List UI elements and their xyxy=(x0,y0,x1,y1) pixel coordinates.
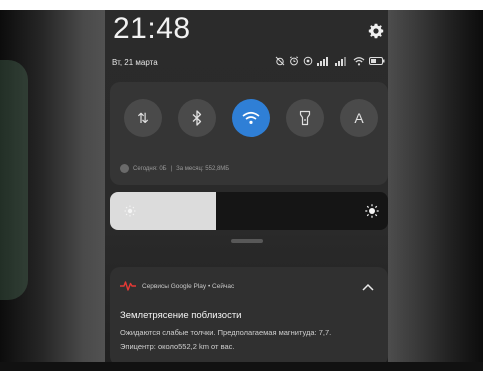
data-separator: | xyxy=(170,165,173,172)
mobile-data-icon: ⇅ xyxy=(137,109,149,126)
bluetooth-toggle[interactable] xyxy=(178,99,216,137)
notification-body: Ожидаются слабые толчки. Предполагаемая … xyxy=(120,326,382,354)
chevron-up-icon[interactable] xyxy=(362,283,374,291)
notification-shade: 21:48 Вт, 21 марта ⇅ A Сегодня: 0Б | За … xyxy=(105,10,388,371)
signal-sim1-icon xyxy=(317,57,328,66)
signal-sim2-icon xyxy=(335,57,346,66)
brightness-slider[interactable] xyxy=(110,192,388,230)
battery-icon xyxy=(369,57,385,65)
bluetooth-icon xyxy=(192,110,202,126)
background-green-shape xyxy=(0,60,28,300)
shade-drag-handle[interactable] xyxy=(231,239,263,243)
notification-title: Землетрясение поблизости xyxy=(120,310,242,321)
notification-app-label: Сервисы Google Play • Сейчас xyxy=(142,282,235,290)
earthquake-alert-icon xyxy=(120,281,136,291)
flashlight-toggle[interactable] xyxy=(286,99,324,137)
date-label: Вт, 21 марта xyxy=(112,58,158,67)
alarm-off-icon xyxy=(275,56,285,66)
brightness-low-icon xyxy=(124,205,136,217)
wifi-icon xyxy=(242,111,260,124)
status-icons xyxy=(275,55,385,67)
notification-body-line1: Ожидаются слабые толчки. Предполагаемая … xyxy=(120,328,332,337)
flashlight-icon xyxy=(299,110,311,126)
data-usage-row: Сегодня: 0Б | За месяц: 552,8МБ xyxy=(120,164,229,173)
alarm-icon xyxy=(289,56,299,66)
clock: 21:48 xyxy=(113,12,191,45)
notification-body-line2: Эпицентр: около552,2 km от вас. xyxy=(120,342,235,351)
wifi-toggle[interactable] xyxy=(232,99,270,137)
data-usage-icon xyxy=(120,164,129,173)
data-month-label: За месяц: 552,8МБ xyxy=(176,165,230,172)
auto-brightness-icon: A xyxy=(354,110,364,126)
auto-brightness-toggle[interactable]: A xyxy=(340,99,378,137)
background-right xyxy=(388,10,483,371)
notification-header: Сервисы Google Play • Сейчас xyxy=(120,281,234,291)
brightness-high-icon xyxy=(365,204,379,218)
bottom-frame xyxy=(0,362,483,371)
notification-card[interactable]: Сервисы Google Play • Сейчас Землетрясен… xyxy=(110,267,388,366)
eye-comfort-icon xyxy=(303,56,313,66)
quick-settings-panel: ⇅ A Сегодня: 0Б | За месяц: 552,8МБ xyxy=(110,82,388,185)
gear-icon[interactable] xyxy=(368,23,384,39)
data-today-label: Сегодня: 0Б xyxy=(133,165,167,172)
wifi-status-icon xyxy=(353,57,365,66)
mobile-data-toggle[interactable]: ⇅ xyxy=(124,99,162,137)
top-frame xyxy=(0,0,483,10)
